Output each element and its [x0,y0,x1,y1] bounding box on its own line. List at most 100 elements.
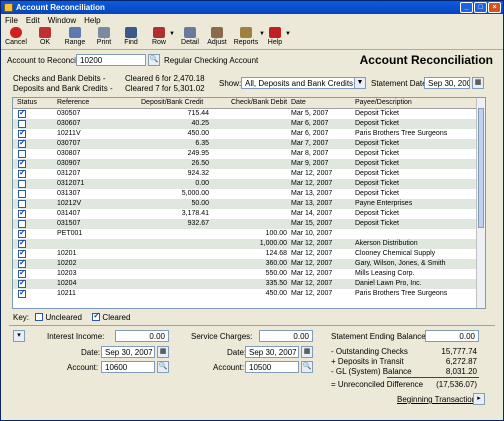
table-row[interactable]: 030507 715.44 Mar 5, 2007 Deposit Ticket [13,108,477,119]
date-cell: Mar 12, 2007 [291,250,333,257]
service-account-label: Account: [213,363,245,372]
interest-input[interactable]: 0.00 [115,330,169,342]
menu-file[interactable]: File [5,16,18,25]
table-row[interactable]: 0312071 0.00 Mar 12, 2007 Deposit Ticket [13,179,477,189]
status-checkbox[interactable] [18,228,26,238]
table-row[interactable]: 10201 124.68 Mar 12, 2007 Clooney Chemical … [13,248,477,259]
table-row[interactable]: 030807 249.95 Mar 8, 2007 Deposit Ticket [13,149,477,159]
search-icon: 🔍 [149,56,159,63]
ending-balance-input[interactable]: 0.00 [425,330,479,342]
status-checkbox[interactable] [18,208,26,218]
sum-divider [387,377,479,378]
table-row[interactable]: 10211 450.00 Mar 12, 2007 Paris Brothers Tr… [13,288,477,299]
status-checkbox[interactable] [18,248,26,258]
status-checkbox[interactable] [18,158,26,168]
date-cell: Mar 13, 2007 [291,190,333,197]
status-checkbox[interactable] [18,120,26,128]
table-row[interactable]: 10212V 50.00 Mar 13, 2007 Payne Enterprises [13,199,477,209]
table-row[interactable]: 031407 3,178.41 Mar 14, 2007 Deposit Ticket [13,208,477,219]
calendar-button[interactable]: ▦ [472,77,484,89]
status-checkbox[interactable] [18,268,26,278]
table-row[interactable]: 10211V 450.00 Mar 6, 2007 Paris Brothers Tr… [13,128,477,139]
table-row[interactable]: 031307 5,000.00 Mar 13, 2007 Deposit Ticket [13,189,477,199]
show-select[interactable]: All, Deposits and Bank Credits First [241,77,355,89]
interest-account-lookup[interactable]: 🔍 [157,361,169,373]
table-row[interactable]: 10202 360.00 Mar 12, 2007 Gary, Wilson, Jon… [13,258,477,269]
interest-date-input[interactable]: Sep 30, 2007 [101,346,155,358]
status-checkbox[interactable] [18,288,26,298]
table-row[interactable]: 1,000.00 Mar 12, 2007 Akerson Distribution [13,238,477,249]
status-checkbox[interactable] [18,168,26,178]
status-checkbox[interactable] [18,258,26,268]
ok-button[interactable]: OK [35,27,55,49]
payee-cell: Mills Leasing Corp. [355,270,415,277]
date-cell: Mar 12, 2007 [291,260,333,267]
check-cell: 124.68 [265,250,287,257]
header-deposit[interactable]: Deposit/Bank Credit [141,99,203,106]
key-cleared: Cleared [102,313,131,322]
show-dropdown-button[interactable]: ▼ [354,77,366,89]
table-row[interactable]: 10204 335.50 Mar 12, 2007 Daniel Lawn Pro, … [13,278,477,289]
service-account-input[interactable]: 10500 [245,361,299,373]
maximize-button[interactable]: □ [474,2,487,13]
help-button[interactable]: Help ▼ [265,27,291,49]
table-row[interactable]: 031207 924.32 Mar 12, 2007 Deposit Ticket [13,168,477,179]
service-date-input[interactable]: Sep 30, 2007 [245,346,299,358]
checks-summary-label: Checks and Bank Debits - [13,74,106,83]
expand-button[interactable]: ▾ [13,330,25,342]
interest-account-input[interactable]: 10600 [101,361,155,373]
status-checkbox[interactable] [18,180,26,188]
table-row[interactable]: PET001 100.00 Mar 10, 2007 [13,228,477,239]
date-cell: Mar 9, 2007 [291,160,329,167]
header-reference[interactable]: Reference [57,99,89,106]
close-button[interactable]: × [488,2,501,13]
range-button[interactable]: Range [63,27,87,49]
menu-edit[interactable]: Edit [26,16,40,25]
table-row[interactable]: 031507 932.67 Mar 15, 2007 Deposit Ticket [13,219,477,229]
table-row[interactable]: 030907 26.50 Mar 9, 2007 Deposit Ticket [13,158,477,169]
header-status[interactable]: Status [17,99,37,106]
header-payee[interactable]: Payee/Description [355,99,412,106]
status-checkbox[interactable] [18,200,26,208]
account-lookup-button[interactable]: 🔍 [148,54,160,66]
adjust-button[interactable]: Adjust [205,27,229,49]
cancel-button[interactable]: Cancel [5,27,27,49]
statement-date-input[interactable]: Sep 30, 2007 [424,77,470,89]
deposit-cell: 3,178.41 [181,210,209,217]
scrollbar-thumb[interactable] [478,108,484,228]
find-button[interactable]: Find [121,27,141,49]
deposit-cell: 6.35 [195,140,209,147]
status-checkbox[interactable] [18,220,26,228]
reports-icon [240,27,252,38]
service-calendar-button[interactable]: ▦ [301,346,313,358]
service-account-lookup[interactable]: 🔍 [301,361,313,373]
interest-calendar-button[interactable]: ▦ [157,346,169,358]
detail-button[interactable]: Detail [179,27,201,49]
header-date[interactable]: Date [291,99,306,106]
table-row[interactable]: 10203 550.00 Mar 12, 2007 Mills Leasing Cor… [13,268,477,279]
status-checkbox[interactable] [18,278,26,288]
beginning-transactions-label: Beginning Transactions: [397,395,483,404]
status-checkbox[interactable] [18,190,26,198]
table-row[interactable]: 030607 40.25 Mar 6, 2007 Deposit Ticket [13,119,477,129]
check-cell: 335.50 [265,280,287,287]
service-input[interactable]: 0.00 [259,330,313,342]
status-checkbox[interactable] [18,128,26,138]
grid-header: Status Reference Deposit/Bank Credit Che… [13,98,477,109]
status-checkbox[interactable] [18,108,26,118]
reports-button[interactable]: Reports ▼ [233,27,265,49]
grid-scrollbar[interactable] [476,98,485,308]
menu-window[interactable]: Window [48,16,76,25]
table-row[interactable]: 030707 6.35 Mar 7, 2007 Deposit Ticket [13,138,477,149]
minimize-button[interactable]: _ [460,2,473,13]
beginning-transactions-button[interactable]: ▸ [473,393,485,405]
status-checkbox[interactable] [18,138,26,148]
row-button[interactable]: Row ▼ [149,27,175,49]
print-button[interactable]: Print [93,27,115,49]
status-checkbox[interactable] [18,238,26,248]
account-input[interactable]: 10200 [76,54,146,66]
status-checkbox[interactable] [18,150,26,158]
header-check[interactable]: Check/Bank Debit [231,99,287,106]
menu-help[interactable]: Help [84,16,100,25]
chevron-down-icon: ▼ [285,31,291,37]
